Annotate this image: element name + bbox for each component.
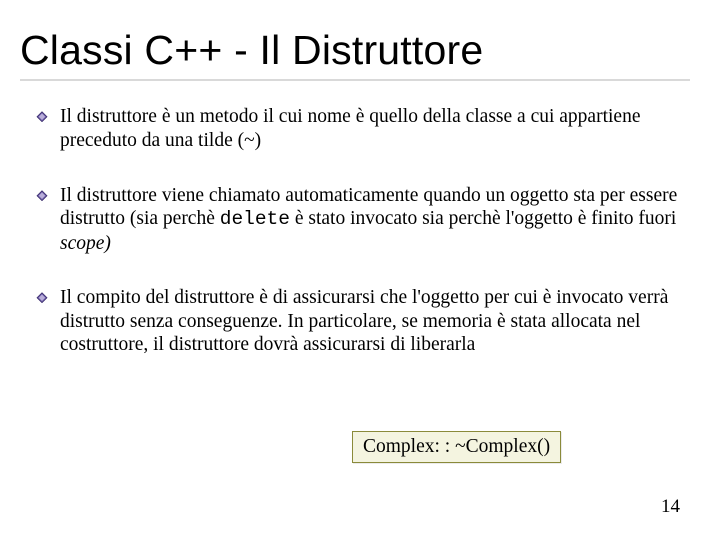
list-item-text: Il compito del distruttore è di assicura… <box>60 286 690 358</box>
diamond-bullet-icon <box>36 291 48 303</box>
diamond-bullet-icon <box>36 189 48 201</box>
list-item-text: Il distruttore è un metodo il cui nome è… <box>60 105 690 154</box>
slide-title: Classi C++ - Il Distruttore <box>0 0 720 74</box>
slide-body: Il distruttore è un metodo il cui nome è… <box>0 81 720 358</box>
list-item: Il compito del distruttore è di assicura… <box>62 286 690 358</box>
list-item: Il distruttore è un metodo il cui nome è… <box>62 105 690 154</box>
list-item-text: Il distruttore viene chiamato automatica… <box>60 184 690 256</box>
list-item: Il distruttore viene chiamato automatica… <box>62 184 690 256</box>
diamond-bullet-icon <box>36 110 48 122</box>
destructor-signature-box: Complex: : ~Complex() <box>352 431 561 463</box>
page-number: 14 <box>661 496 680 518</box>
